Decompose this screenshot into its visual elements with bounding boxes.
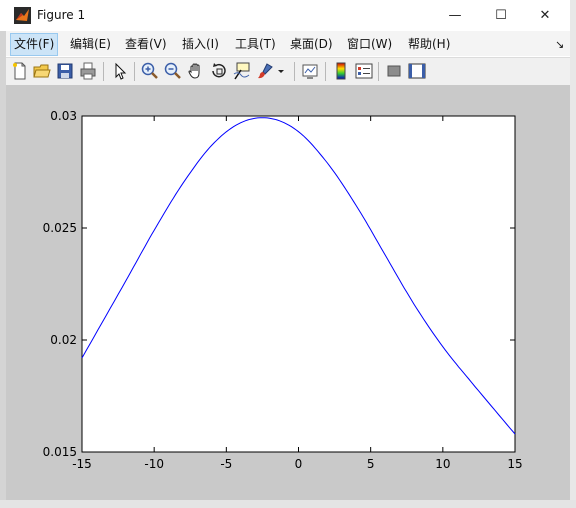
menu-window[interactable]: 窗口(W) (344, 34, 395, 55)
edit-plot-arrow-icon[interactable] (110, 61, 130, 81)
data-cursor-icon[interactable] (232, 61, 252, 81)
background-window-edge (570, 0, 576, 508)
menu-file[interactable]: 文件(F) (10, 33, 59, 56)
window-bottom-edge (0, 500, 576, 508)
print-icon[interactable] (78, 61, 98, 81)
brush-dropdown-icon[interactable] (276, 61, 286, 81)
link-plot-icon[interactable] (300, 61, 320, 81)
figure-canvas: -15 -10 -5 0 5 10 15 0.015 0.02 0.025 0.03 (6, 86, 570, 500)
brush-icon[interactable] (255, 61, 275, 81)
menu-bar: 文件(F) 编辑(E) 查看(V) 插入(I) 工具(T) 桌面(D) 窗口(W… (6, 31, 570, 56)
maximize-icon: ☐ (495, 8, 507, 23)
toolbar-separator (134, 62, 135, 81)
hide-plot-tools-icon[interactable] (384, 61, 404, 81)
menu-tools[interactable]: 工具(T) (232, 34, 279, 55)
maximize-button[interactable]: ☐ (478, 0, 524, 31)
save-icon[interactable] (55, 61, 75, 81)
colorbar-icon[interactable] (331, 61, 351, 81)
legend-icon[interactable] (354, 61, 374, 81)
menu-desktop[interactable]: 桌面(D) (287, 34, 336, 55)
plot-area[interactable]: -15 -10 -5 0 5 10 15 0.015 0.02 0.025 0.03 (6, 86, 570, 500)
figure-toolbar (6, 57, 570, 86)
toolbar-separator (325, 62, 326, 81)
matlab-logo-icon (14, 7, 31, 24)
close-icon: ✕ (539, 8, 551, 23)
toolbar-separator (294, 62, 295, 81)
y-tick-label: 0.03 (50, 109, 77, 123)
menu-help[interactable]: 帮助(H) (405, 34, 453, 55)
minimize-button[interactable]: — (432, 0, 478, 31)
menu-view[interactable]: 查看(V) (122, 34, 170, 55)
x-tick-label: 0 (295, 457, 303, 471)
x-tick-label: 15 (507, 457, 522, 471)
x-tick-label: 10 (435, 457, 450, 471)
y-tick-label: 0.015 (43, 445, 77, 459)
toolbar-separator (103, 62, 104, 81)
y-tick-label: 0.025 (43, 221, 77, 235)
y-tick-label: 0.02 (50, 333, 77, 347)
title-bar: Figure 1 — ☐ ✕ (0, 0, 570, 31)
menu-insert[interactable]: 插入(I) (179, 34, 222, 55)
window-title: Figure 1 (37, 8, 86, 22)
axes-box (81, 115, 516, 453)
open-file-icon[interactable] (32, 61, 52, 81)
dock-arrow-icon[interactable]: ↘ (552, 34, 567, 55)
rotate-3d-icon[interactable] (209, 61, 229, 81)
new-figure-icon[interactable] (10, 61, 30, 81)
x-tick-label: 5 (367, 457, 375, 471)
zoom-in-icon[interactable] (140, 61, 160, 81)
pan-hand-icon[interactable] (186, 61, 206, 81)
minimize-icon: — (448, 8, 462, 23)
x-tick-label: -5 (220, 457, 232, 471)
x-tick-label: -10 (144, 457, 164, 471)
toolbar-separator (378, 62, 379, 81)
close-button[interactable]: ✕ (522, 0, 568, 31)
zoom-out-icon[interactable] (163, 61, 183, 81)
show-plot-tools-icon[interactable] (407, 61, 427, 81)
menu-edit[interactable]: 编辑(E) (67, 34, 114, 55)
x-tick-label: -15 (72, 457, 92, 471)
